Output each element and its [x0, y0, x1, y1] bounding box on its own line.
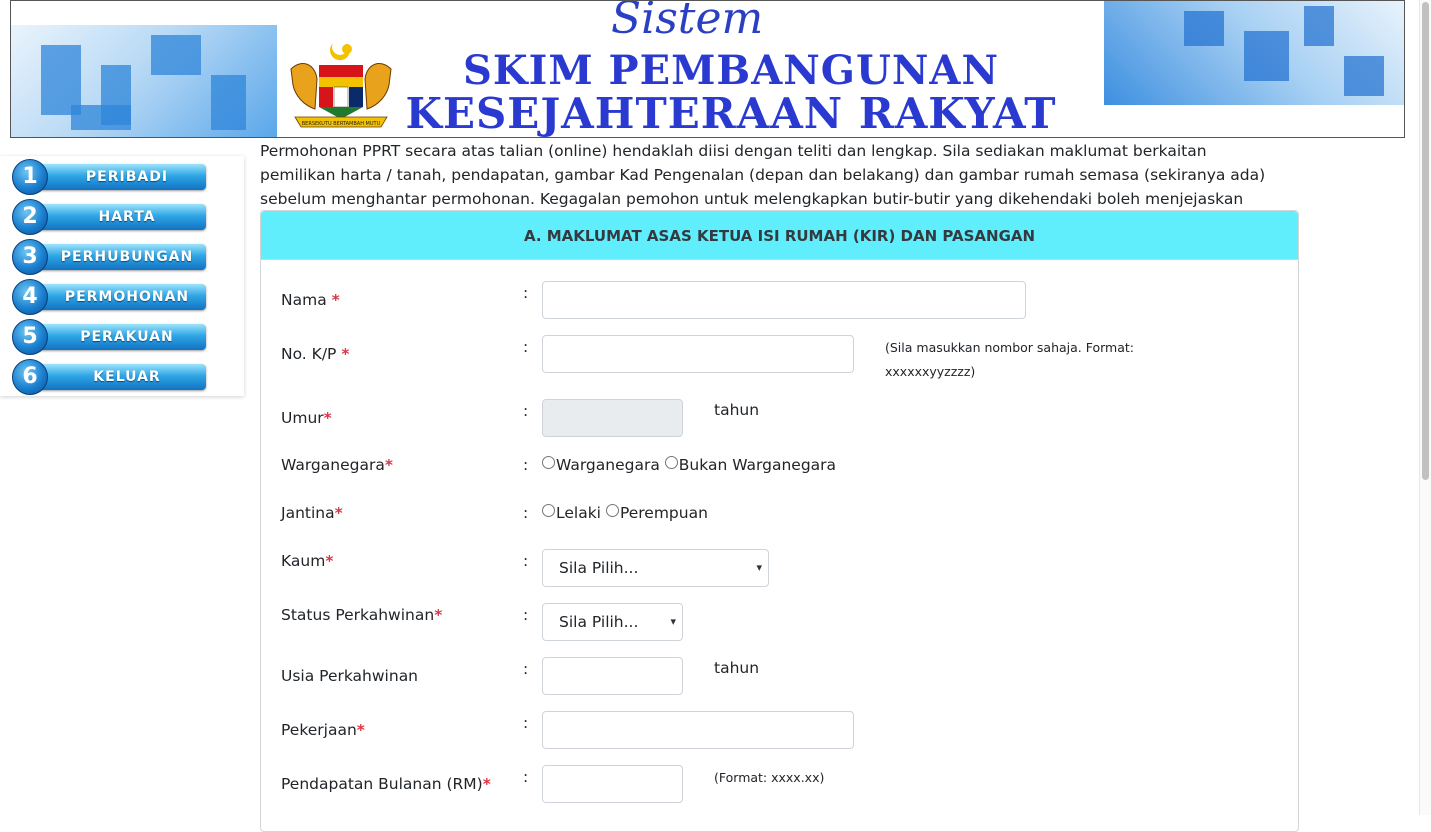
step-4-icon: 4: [12, 279, 48, 315]
required-mark: *: [356, 721, 365, 739]
sidebar-item-peribadi[interactable]: 1 PERIBADI: [12, 159, 208, 195]
kaum-select[interactable]: Sila Pilih... ▾: [542, 549, 769, 587]
sidebar-item-perakuan[interactable]: 5 PERAKUAN: [12, 319, 208, 355]
warganegara-radio-group: Warganegara Bukan Warganegara: [542, 456, 836, 474]
nokp-format-note: (Sila masukkan nombor sahaja. Format: xx…: [885, 340, 1135, 379]
page-scrollbar[interactable]: [1419, 0, 1431, 815]
lelaki-option[interactable]: Lelaki: [542, 504, 601, 522]
colon: :: [523, 768, 529, 786]
nokp-input[interactable]: [542, 335, 854, 373]
step-1-icon: 1: [12, 159, 48, 195]
sidebar-item-label: PERHUBUNGAN: [60, 249, 194, 265]
colon: :: [523, 456, 529, 474]
sidebar-item-permohonan[interactable]: 4 PERMOHONAN: [12, 279, 208, 315]
colon: :: [523, 714, 529, 732]
chevron-down-icon: ▾: [756, 561, 762, 574]
nokp-label: No. K/P *: [281, 345, 350, 363]
usia-perkahwinan-input[interactable]: [542, 657, 683, 695]
warganegara-label: Warganegara*: [281, 456, 393, 474]
jantina-radio-group: Lelaki Perempuan: [542, 504, 708, 522]
pendapatan-label: Pendapatan Bulanan (RM)*: [281, 775, 491, 793]
usia-unit: tahun: [714, 659, 760, 677]
colon: :: [523, 504, 529, 522]
perempuan-option[interactable]: Perempuan: [605, 504, 708, 522]
nama-input[interactable]: [542, 281, 1026, 319]
sidebar-item-label: KELUAR: [93, 369, 161, 385]
pendapatan-input[interactable]: [542, 765, 683, 803]
colon: :: [523, 402, 529, 420]
sidebar-item-keluar[interactable]: 6 KELUAR: [12, 359, 208, 395]
status-perkahwinan-label: Status Perkahwinan*: [281, 606, 443, 624]
colon: :: [523, 338, 529, 356]
radio-button[interactable]: [542, 504, 555, 517]
form-card: A. MAKLUMAT ASAS KETUA ISI RUMAH (KIR) D…: [260, 210, 1299, 832]
umur-input: [542, 399, 683, 437]
step-2-icon: 2: [12, 199, 48, 235]
jantina-label: Jantina*: [281, 504, 343, 522]
required-mark: *: [384, 456, 393, 474]
required-mark: *: [334, 504, 343, 522]
sidebar-item-label: HARTA: [98, 209, 156, 225]
scrollbar-thumb[interactable]: [1422, 2, 1429, 480]
step-6-icon: 6: [12, 359, 48, 395]
sidebar-item-label: PERMOHONAN: [64, 289, 190, 305]
kaum-label: Kaum*: [281, 552, 334, 570]
header-banner: BERSEKUTU BERTAMBAH MUTU Sistem SKIM PEM…: [10, 0, 1405, 138]
sidebar-menu: 1 PERIBADI 2 HARTA 3 PERHUBUNGAN 4 PERMO…: [0, 156, 244, 396]
chevron-down-icon: ▾: [670, 615, 676, 628]
required-mark: *: [331, 291, 340, 309]
pekerjaan-label: Pekerjaan*: [281, 721, 365, 739]
banner-title-line1: SKIM PEMBANGUNAN: [462, 47, 1000, 94]
required-mark: *: [341, 345, 350, 363]
pekerjaan-input[interactable]: [542, 711, 854, 749]
required-mark: *: [325, 552, 334, 570]
sidebar-item-harta[interactable]: 2 HARTA: [12, 199, 208, 235]
radio-button[interactable]: [542, 456, 555, 469]
sidebar-item-label: PERAKUAN: [80, 329, 174, 345]
sidebar-item-perhubungan[interactable]: 3 PERHUBUNGAN: [12, 239, 208, 275]
coat-of-arms-icon: BERSEKUTU BERTAMBAH MUTU: [290, 43, 392, 128]
usia-perkahwinan-label: Usia Perkahwinan: [281, 667, 419, 685]
colon: :: [523, 660, 529, 678]
banner-decoration-left: [11, 25, 277, 137]
banner-title-line2: KESEJAHTERAAN RAKYAT: [405, 89, 1057, 138]
step-5-icon: 5: [12, 319, 48, 355]
umur-unit: tahun: [714, 401, 760, 419]
radio-button[interactable]: [605, 504, 619, 517]
sidebar-item-label: PERIBADI: [85, 169, 169, 185]
warganegara-option[interactable]: Warganegara: [542, 456, 660, 474]
radio-button[interactable]: [664, 456, 678, 469]
required-mark: *: [323, 409, 332, 427]
status-perkahwinan-select[interactable]: Sila Pilih... ▾: [542, 603, 683, 641]
colon: :: [523, 552, 529, 570]
colon: :: [523, 284, 529, 302]
section-header: A. MAKLUMAT ASAS KETUA ISI RUMAH (KIR) D…: [261, 211, 1298, 260]
crest-motto: BERSEKUTU BERTAMBAH MUTU: [302, 121, 381, 127]
umur-label: Umur*: [281, 409, 332, 427]
nama-label: Nama *: [281, 291, 340, 309]
colon: :: [523, 606, 529, 624]
banner-title-small: Sistem: [611, 0, 764, 44]
required-mark: *: [434, 606, 443, 624]
bukan-warganegara-option[interactable]: Bukan Warganegara: [664, 456, 836, 474]
banner-decoration-right: [1104, 1, 1404, 105]
required-mark: *: [482, 775, 491, 793]
pendapatan-format-note: (Format: xxxx.xx): [714, 770, 825, 785]
step-3-icon: 3: [12, 239, 48, 275]
